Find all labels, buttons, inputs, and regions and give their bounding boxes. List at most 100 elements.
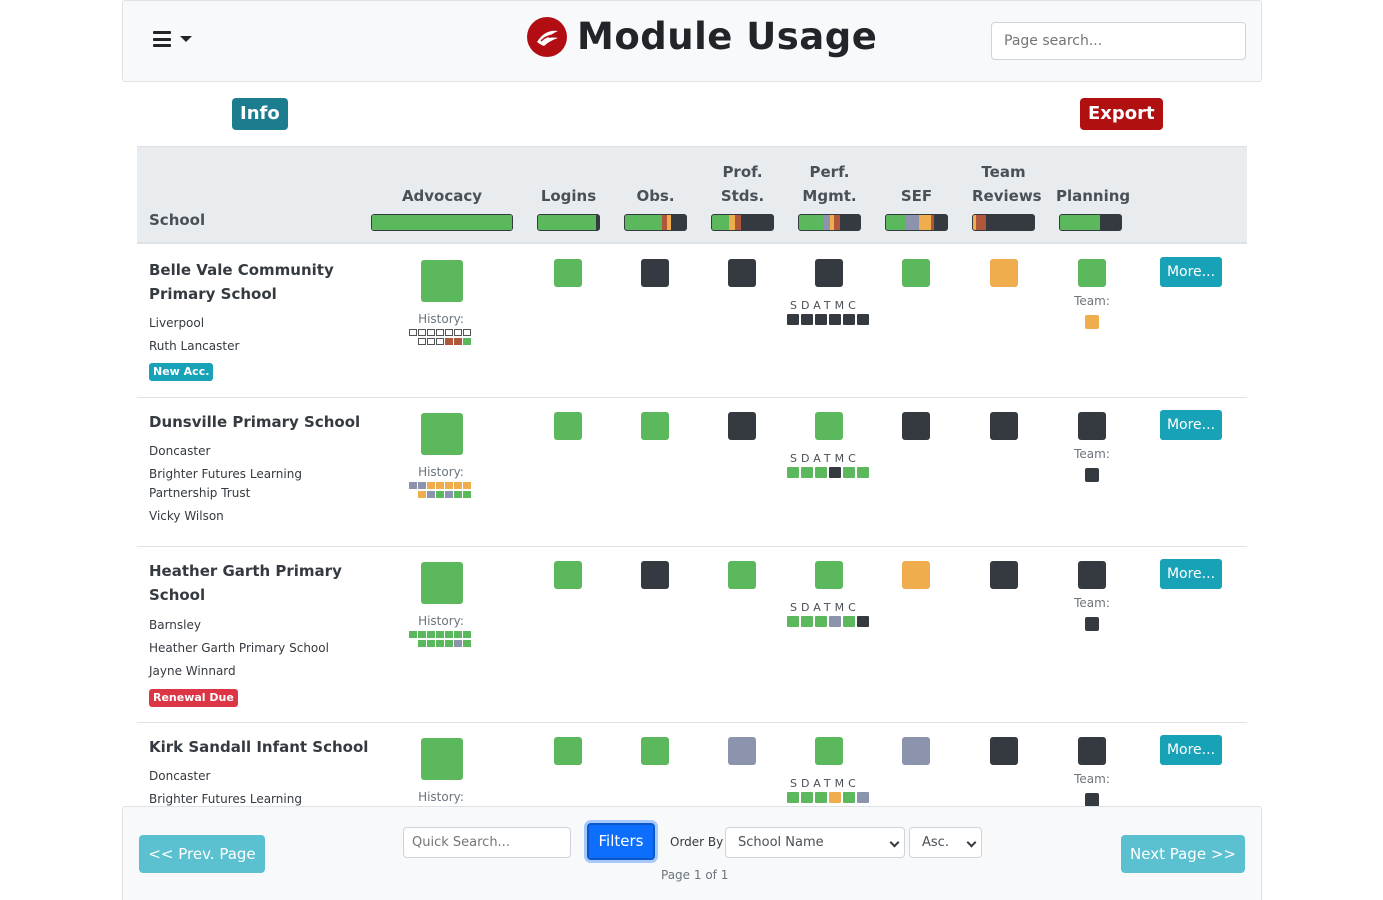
- menu-dropdown-button[interactable]: [153, 31, 192, 47]
- team-reviews-status[interactable]: [990, 737, 1018, 765]
- school-name-line: Heather Garth Primary: [149, 562, 342, 580]
- next-page-button[interactable]: Next Page >>: [1121, 835, 1245, 873]
- logins-status[interactable]: [554, 412, 582, 440]
- school-table-body: Belle Vale Community Primary School Live…: [137, 244, 1247, 806]
- logins-summary-bar: [537, 214, 600, 231]
- team-label: Team:: [1074, 772, 1110, 786]
- sdatmc-label: SDATMC: [790, 777, 860, 790]
- page-search-input[interactable]: [991, 22, 1246, 60]
- column-header-planning[interactable]: Planning: [1056, 184, 1130, 208]
- sef-status[interactable]: [902, 412, 930, 440]
- sef-status[interactable]: [902, 737, 930, 765]
- perf-mgmt-status[interactable]: [815, 412, 843, 440]
- school-name[interactable]: Dunsville Primary School: [149, 410, 369, 434]
- history-label: History:: [418, 790, 464, 804]
- prof-stds-status[interactable]: [728, 412, 756, 440]
- planning-status[interactable]: [1078, 737, 1106, 765]
- school-trust: Heather Garth Primary School: [149, 641, 329, 655]
- export-button[interactable]: Export: [1080, 98, 1163, 130]
- order-direction-select[interactable]: Asc.: [909, 827, 982, 858]
- advocacy-status[interactable]: [421, 260, 463, 302]
- team-label: Team:: [1074, 596, 1110, 610]
- prof-stds-summary-bar: [711, 214, 774, 231]
- obs-status[interactable]: [641, 259, 669, 287]
- top-navbar: Module Usage: [122, 0, 1262, 82]
- column-header-perf-mgmt[interactable]: Perf. Mgmt.: [798, 160, 861, 208]
- school-location: Barnsley: [149, 618, 201, 632]
- planning-status[interactable]: [1078, 561, 1106, 589]
- school-name[interactable]: Belle Vale Community Primary School: [149, 258, 354, 306]
- column-header-team-reviews[interactable]: Team Reviews: [972, 160, 1042, 208]
- school-name-line: Primary School: [149, 285, 277, 303]
- sef-status[interactable]: [902, 561, 930, 589]
- school-name[interactable]: Heather Garth Primary School: [149, 559, 354, 607]
- quick-search-input[interactable]: [403, 827, 571, 858]
- more-button[interactable]: More...: [1160, 257, 1222, 287]
- advocacy-status[interactable]: [421, 562, 463, 604]
- team-reviews-status[interactable]: [990, 259, 1018, 287]
- column-header-school[interactable]: School: [149, 208, 205, 232]
- team-reviews-summary-bar: [972, 214, 1035, 231]
- logins-status[interactable]: [554, 259, 582, 287]
- team-planning-status: [1085, 315, 1099, 329]
- planning-status[interactable]: [1078, 259, 1106, 287]
- order-by-label: Order By: [670, 835, 724, 849]
- school-name[interactable]: Kirk Sandall Infant School: [149, 735, 369, 759]
- table-header: School Advocacy Logins Obs. Prof. Stds. …: [137, 146, 1247, 244]
- obs-status[interactable]: [641, 737, 669, 765]
- column-header-prof-line1: Prof.: [722, 163, 763, 181]
- advocacy-status[interactable]: [421, 413, 463, 455]
- school-contact: Vicky Wilson: [149, 509, 224, 523]
- school-location: Liverpool: [149, 316, 205, 330]
- history-label: History:: [418, 465, 464, 479]
- logins-status[interactable]: [554, 561, 582, 589]
- school-trust-cont: Partnership Trust: [149, 486, 251, 500]
- column-header-sef[interactable]: SEF: [885, 184, 948, 208]
- school-name-line: Belle Vale Community: [149, 261, 334, 279]
- obs-status[interactable]: [641, 412, 669, 440]
- history-chart: [409, 631, 471, 647]
- team-reviews-status[interactable]: [990, 561, 1018, 589]
- perf-mgmt-status[interactable]: [815, 259, 843, 287]
- more-button[interactable]: More...: [1160, 410, 1222, 440]
- school-contact: Jayne Winnard: [149, 664, 236, 678]
- table-row: Heather Garth Primary School Barnsley He…: [137, 547, 1247, 723]
- new-account-badge: New Acc.: [149, 363, 214, 381]
- planning-summary-bar: [1059, 214, 1122, 231]
- team-label: Team:: [1074, 447, 1110, 461]
- perf-mgmt-status[interactable]: [815, 737, 843, 765]
- sef-summary-bar: [885, 214, 948, 231]
- school-trust: Brighter Futures Learning: [149, 792, 302, 806]
- column-header-obs[interactable]: Obs.: [624, 184, 687, 208]
- perf-mgmt-status[interactable]: [815, 561, 843, 589]
- prev-page-button[interactable]: << Prev. Page: [139, 835, 265, 873]
- more-button[interactable]: More...: [1160, 735, 1222, 765]
- column-header-prof-line2: Stds.: [720, 187, 765, 205]
- sdatmc-label: SDATMC: [790, 299, 860, 312]
- chevron-down-icon: [889, 837, 900, 848]
- advocacy-status[interactable]: [421, 738, 463, 780]
- filters-button[interactable]: Filters: [587, 823, 655, 860]
- prof-stds-status[interactable]: [728, 737, 756, 765]
- prof-stds-status[interactable]: [728, 561, 756, 589]
- logins-status[interactable]: [554, 737, 582, 765]
- hamburger-icon: [153, 31, 171, 47]
- sef-status[interactable]: [902, 259, 930, 287]
- obs-status[interactable]: [641, 561, 669, 589]
- column-header-prof-stds[interactable]: Prof. Stds.: [711, 160, 774, 208]
- prof-stds-status[interactable]: [728, 259, 756, 287]
- column-header-advocacy[interactable]: Advocacy: [371, 184, 513, 208]
- obs-summary-bar: [624, 214, 687, 231]
- perf-mgmt-breakdown: [787, 616, 869, 627]
- team-reviews-status[interactable]: [990, 412, 1018, 440]
- pagination-footer: << Prev. Page Filters Order By School Na…: [122, 806, 1262, 900]
- planning-status[interactable]: [1078, 412, 1106, 440]
- more-button[interactable]: More...: [1160, 559, 1222, 589]
- team-planning-status: [1085, 468, 1099, 482]
- info-button[interactable]: Info: [232, 98, 288, 130]
- order-by-select[interactable]: School Name: [725, 827, 905, 858]
- page-title-group: Module Usage: [527, 15, 877, 58]
- column-header-logins[interactable]: Logins: [537, 184, 600, 208]
- perf-mgmt-breakdown: [787, 314, 869, 325]
- sdatmc-label: SDATMC: [790, 601, 860, 614]
